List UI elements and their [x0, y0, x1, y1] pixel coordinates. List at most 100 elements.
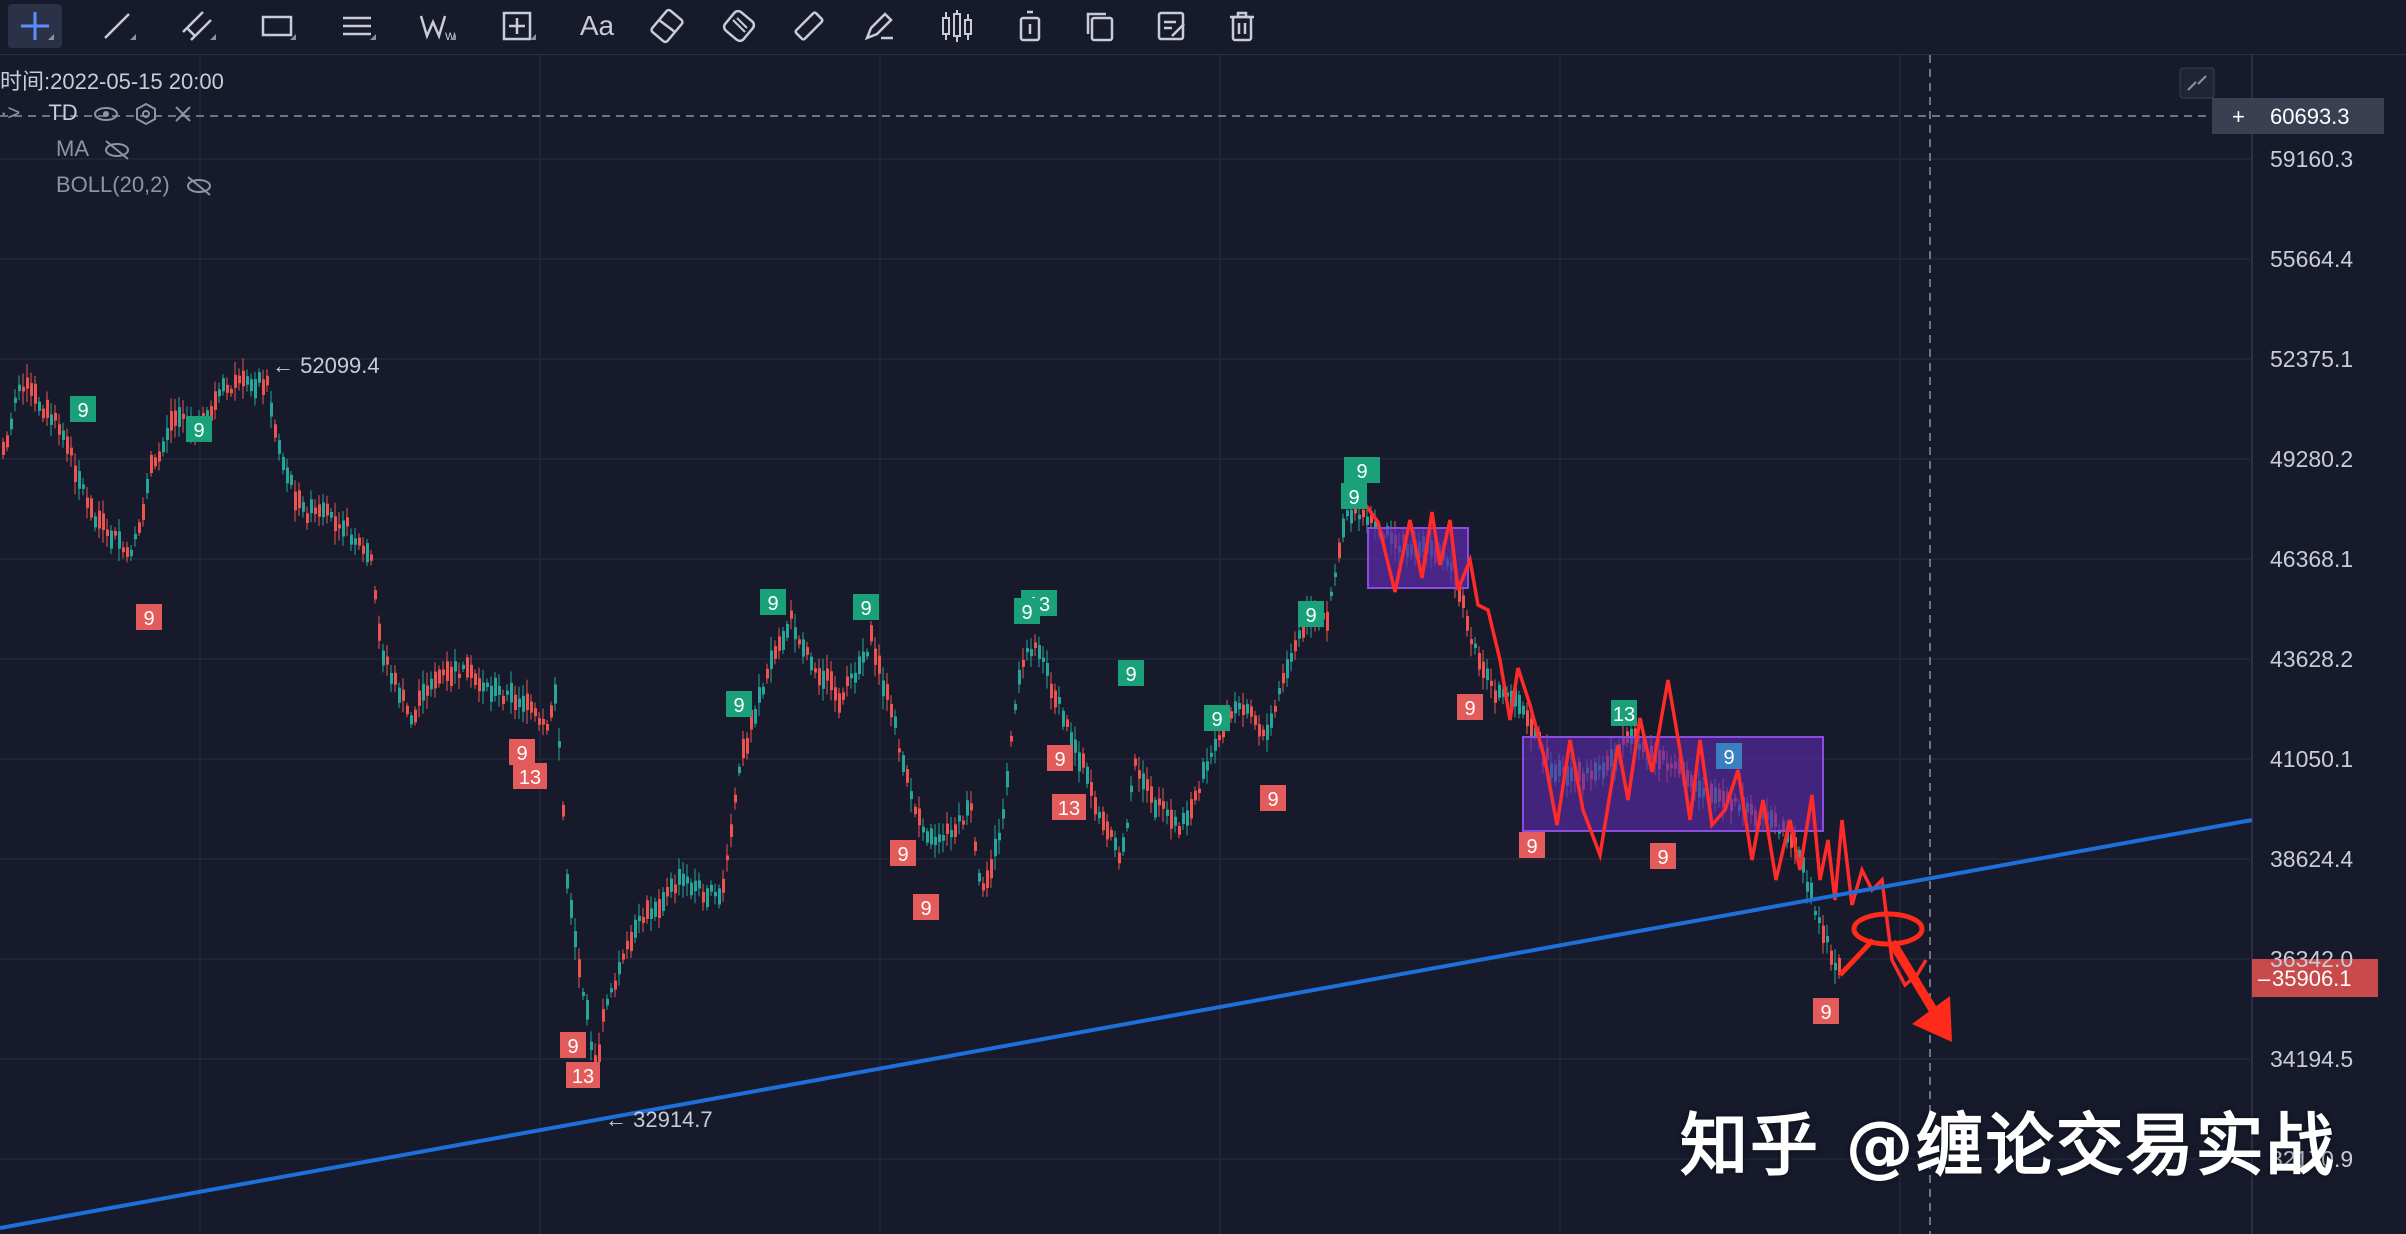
- candle-body: [1262, 730, 1265, 737]
- td-marker-green: 9: [760, 589, 786, 615]
- candle-body: [790, 611, 793, 619]
- trend-line-tool-button[interactable]: [90, 4, 144, 48]
- candle-body: [606, 999, 609, 1006]
- svg-text:9: 9: [143, 608, 154, 630]
- candle-body: [1818, 917, 1821, 923]
- svg-text:9: 9: [733, 695, 744, 717]
- candle-body: [882, 680, 885, 696]
- price-tick: 36342.0: [2270, 946, 2353, 973]
- candle-body: [1166, 810, 1169, 816]
- candle-body: [918, 808, 921, 825]
- indicator-ma-label: MA: [56, 136, 88, 161]
- candle-body: [966, 800, 969, 815]
- candle-body: [766, 669, 769, 679]
- candle-body: [1466, 616, 1469, 631]
- indicator-row-td: ·> TD: [0, 100, 194, 126]
- candle-body: [274, 424, 277, 437]
- candle-body: [1250, 706, 1253, 716]
- hidden-eye-icon[interactable]: [102, 139, 132, 161]
- candle-body: [146, 479, 149, 493]
- candle-body: [622, 954, 625, 960]
- candle-body: [1486, 668, 1489, 680]
- candle-body: [614, 981, 617, 990]
- ruler-tool-button[interactable]: [782, 4, 836, 48]
- candle-body: [434, 672, 437, 689]
- candle-body: [898, 748, 901, 752]
- brush-tool-button[interactable]: [640, 4, 694, 48]
- wave-tool-button[interactable]: W3: [410, 4, 464, 48]
- svg-text:13: 13: [1058, 798, 1080, 820]
- candle-body: [982, 883, 985, 890]
- candle-body: [990, 859, 993, 878]
- horizontal-lines-tool-button[interactable]: [330, 4, 384, 48]
- parallel-channel-tool-button[interactable]: [170, 4, 224, 48]
- pen-tool-button[interactable]: [852, 4, 906, 48]
- measure-tool-button[interactable]: [490, 4, 544, 48]
- low-price-label: ← 32914.7: [605, 1107, 713, 1132]
- candle-body: [890, 704, 893, 717]
- text-tool-button[interactable]: Aa: [570, 4, 624, 48]
- candle-body: [1362, 510, 1365, 517]
- candle-body: [134, 534, 137, 539]
- candle-body: [538, 718, 541, 725]
- candle-body: [798, 639, 801, 644]
- candle-body: [158, 451, 161, 461]
- candle-body: [522, 696, 525, 712]
- candle-body: [446, 661, 449, 681]
- candle-body: [46, 400, 49, 418]
- candle-body: [1294, 640, 1297, 651]
- candle-body: [542, 719, 545, 725]
- td-marker-red: 9: [913, 894, 939, 920]
- candle-body: [114, 531, 117, 536]
- candle-body: [946, 824, 949, 834]
- candle-body: [554, 684, 557, 703]
- price-chart[interactable]: ← 52099.4 ← 32914.7 9 9 9 9 9 9 9 13 9 9…: [0, 55, 2406, 1234]
- candle-body: [702, 892, 705, 903]
- candle-body: [730, 824, 733, 837]
- candle-body: [906, 769, 909, 783]
- svg-text:9: 9: [1267, 789, 1278, 811]
- candle-body: [406, 706, 409, 715]
- candle-body: [682, 874, 685, 886]
- svg-text:9: 9: [193, 420, 204, 442]
- visibility-eye-icon[interactable]: [92, 104, 120, 124]
- candle-body: [710, 885, 713, 892]
- edit-tool-button[interactable]: [1145, 4, 1199, 48]
- candle-body: [1218, 735, 1221, 740]
- candle-body: [326, 504, 329, 516]
- candle-body: [1134, 759, 1137, 766]
- candle-body: [562, 805, 565, 817]
- candle-body: [670, 879, 673, 892]
- rectangle-tool-button[interactable]: [250, 4, 304, 48]
- copy-tool-button[interactable]: [1073, 4, 1127, 48]
- fullscreen-icon[interactable]: [2180, 68, 2214, 98]
- trash-tool-button[interactable]: [1215, 4, 1269, 48]
- crosshair-tool-button[interactable]: [8, 4, 62, 48]
- svg-text:9: 9: [1657, 847, 1668, 869]
- close-icon[interactable]: [172, 103, 194, 125]
- candles-tool-button[interactable]: [930, 4, 984, 48]
- candle-body: [302, 502, 305, 512]
- eraser-tool-button[interactable]: [712, 4, 766, 48]
- candle-body: [550, 705, 553, 717]
- candle-body: [474, 673, 477, 685]
- candle-body: [378, 624, 381, 641]
- candle-body: [1178, 826, 1181, 835]
- candle-body: [878, 656, 881, 674]
- hidden-eye-icon[interactable]: [184, 175, 214, 197]
- candle-body: [1338, 543, 1341, 559]
- candle-body: [746, 738, 749, 754]
- td-marker-red: 9: [1519, 832, 1545, 858]
- delete-single-tool-button[interactable]: [1003, 4, 1057, 48]
- indicator-row-boll: BOLL(20,2): [56, 172, 214, 198]
- price-tick: 52375.1: [2270, 346, 2353, 373]
- candle-body: [762, 687, 765, 695]
- candle-body: [1138, 770, 1141, 778]
- candle-body: [1270, 713, 1273, 727]
- settings-icon[interactable]: [134, 102, 158, 126]
- candle-body: [926, 831, 929, 842]
- ruler-icon: [791, 8, 827, 44]
- td-marker-red: 13: [1052, 794, 1086, 820]
- td-marker-green: 9: [1014, 598, 1040, 624]
- candle-body: [1286, 659, 1289, 678]
